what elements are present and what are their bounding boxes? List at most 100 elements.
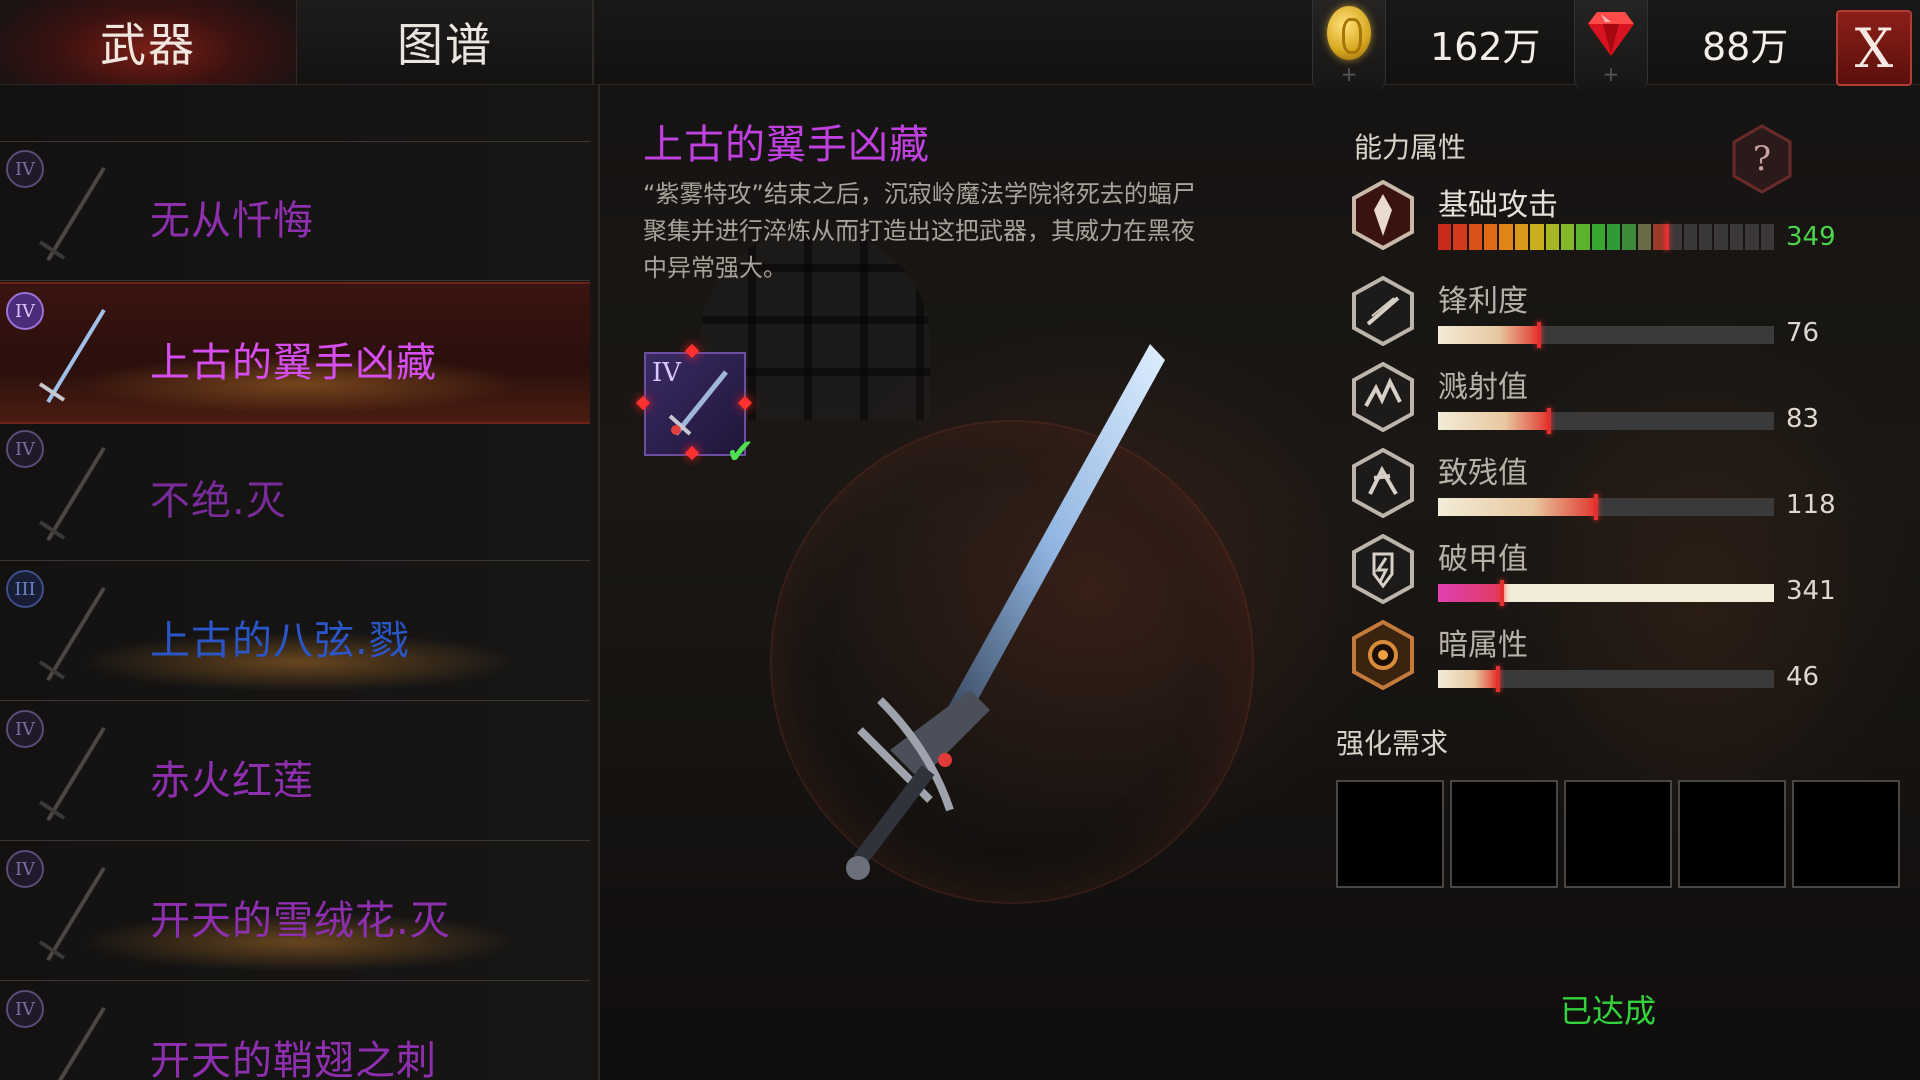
list-item[interactable]: IV 开天的雪绒花.灭 xyxy=(0,842,590,981)
requirement-slot[interactable] xyxy=(1564,780,1672,888)
weapon-description: “紫雾特攻”结束之后，沉寂岭魔法学院将死去的蝠尸聚集并进行淬炼从而打造出这把武器… xyxy=(643,180,1196,282)
gold-coin-icon xyxy=(1327,6,1371,60)
stat-bar-marker xyxy=(1593,494,1598,520)
weapon-thumbnail-icon xyxy=(38,586,106,682)
requirement-slot[interactable] xyxy=(1450,780,1558,888)
check-icon: ✔ xyxy=(726,432,755,472)
stat-row-base-attack: 基础攻击 349 xyxy=(1352,180,1852,260)
upgrade-status: 已达成 xyxy=(1560,992,1657,1030)
svg-text:?: ? xyxy=(1753,139,1771,179)
attack-bar-segment xyxy=(1576,224,1590,250)
weapon-thumbnail-icon xyxy=(38,726,106,822)
attack-bar-segment xyxy=(1668,224,1682,250)
stat-bar-fill xyxy=(1438,326,1539,344)
stat-row: 锋利度 76 xyxy=(1352,276,1852,356)
stat-bar-track xyxy=(1438,666,1774,692)
weapon-thumbnail-icon xyxy=(38,866,106,962)
weapon-name: 不绝.灭 xyxy=(150,478,287,524)
weapon-name: 赤火红莲 xyxy=(150,758,314,804)
stat-value: 76 xyxy=(1786,318,1820,348)
attack-bar-segment xyxy=(1438,224,1452,250)
list-item[interactable]: IV 上古的翼手凶藏 xyxy=(0,282,590,424)
gem-add-button[interactable]: + xyxy=(1574,0,1648,90)
upgrade-title: 强化需求 xyxy=(1336,727,1449,760)
gold-add-button[interactable]: + xyxy=(1312,0,1386,90)
tab-weapons[interactable]: 武器 xyxy=(0,0,297,84)
stat-bar-track xyxy=(1438,408,1774,434)
list-item[interactable]: III 上古的八弦.戮 xyxy=(0,562,590,701)
weapon-title: 上古的翼手凶藏 xyxy=(643,122,930,168)
stat-bar-track xyxy=(1438,322,1774,348)
attack-bar-segment xyxy=(1714,224,1728,250)
weapon-name: 开天的鞘翅之刺 xyxy=(150,1038,437,1080)
stat-bar-marker xyxy=(1496,666,1501,692)
attack-bar-segment xyxy=(1499,224,1513,250)
attack-bar-segment xyxy=(1622,224,1636,250)
dark-element-icon xyxy=(1352,620,1414,690)
list-item[interactable]: IV 开天的鞘翅之刺 xyxy=(0,982,590,1080)
stat-value: 341 xyxy=(1786,576,1836,606)
stat-row: 溅射值 83 xyxy=(1352,362,1852,442)
gold-amount: 162万 xyxy=(1430,25,1541,69)
stat-bar-track xyxy=(1438,494,1774,520)
weapon-name: 上古的八弦.戮 xyxy=(150,618,410,664)
stats-title: 能力属性 xyxy=(1354,131,1467,164)
close-button[interactable]: X xyxy=(1836,10,1912,86)
attack-bar-segment xyxy=(1545,224,1559,250)
stat-label: 致残值 xyxy=(1438,456,1528,491)
weapon-thumbnail-icon xyxy=(38,308,106,404)
plus-icon: + xyxy=(1340,62,1358,86)
stat-bar-fill xyxy=(1438,670,1499,688)
attack-bar-marker xyxy=(1665,224,1670,250)
stat-label: 破甲值 xyxy=(1438,542,1528,577)
attack-bar-segment xyxy=(1606,224,1621,250)
stat-bar-marker xyxy=(1499,580,1504,606)
base-attack-bar xyxy=(1438,224,1774,250)
weapon-thumbnail-icon xyxy=(38,446,106,542)
attack-bar-segment xyxy=(1683,224,1698,250)
attack-bar-segment xyxy=(1484,224,1498,250)
requirement-slot[interactable] xyxy=(1336,780,1444,888)
stat-value: 118 xyxy=(1786,490,1836,520)
list-item[interactable]: IV 无从忏悔 xyxy=(0,142,590,281)
stat-label: 暗属性 xyxy=(1438,628,1528,663)
stat-value: 46 xyxy=(1786,662,1820,692)
stat-label: 锋利度 xyxy=(1438,284,1528,319)
cripple-icon xyxy=(1352,448,1414,518)
sword-icon xyxy=(668,370,728,436)
gem-amount: 88万 xyxy=(1702,25,1789,69)
requirement-slot[interactable] xyxy=(1678,780,1786,888)
stat-label: 溅射值 xyxy=(1438,370,1528,405)
weapon-slot-icon[interactable]: IV ✔ xyxy=(635,343,755,472)
list-item-partial xyxy=(0,85,590,142)
stat-bar-marker xyxy=(1546,408,1551,434)
stat-value: 83 xyxy=(1786,404,1820,434)
stat-label: 基础攻击 xyxy=(1438,188,1558,223)
upgrade-requirement-slots xyxy=(1336,780,1900,888)
stat-value: 349 xyxy=(1786,222,1836,252)
armor-break-icon xyxy=(1352,534,1414,604)
weapon-thumbnail-icon xyxy=(57,1006,106,1080)
weapon-name: 无从忏悔 xyxy=(150,198,314,244)
weapon-name: 上古的翼手凶藏 xyxy=(150,340,437,386)
attack-bar-segment xyxy=(1530,224,1544,250)
attack-bar-segment xyxy=(1729,224,1744,250)
stat-bar-fill xyxy=(1438,498,1596,516)
weapon-preview-sword xyxy=(846,344,1165,880)
stat-row: 致残值 118 xyxy=(1352,448,1852,528)
requirement-slot[interactable] xyxy=(1792,780,1900,888)
attack-bar-segment xyxy=(1560,224,1575,250)
plus-icon: + xyxy=(1602,62,1620,86)
list-item[interactable]: IV 赤火红莲 xyxy=(0,702,590,841)
attack-bar-segment xyxy=(1591,224,1605,250)
sharpness-icon xyxy=(1352,276,1414,346)
weapon-list[interactable]: IV 无从忏悔 IV 上古的翼手凶藏 IV 不绝.灭 III 上古的八弦.戮 IV 赤火红莲 IV 开… xyxy=(0,85,600,1080)
splash-icon xyxy=(1352,362,1414,432)
tab-codex[interactable]: 图谱 xyxy=(297,0,594,84)
attack-bar-segment xyxy=(1468,224,1483,250)
stat-bar-marker xyxy=(1536,322,1541,348)
weapon-name: 开天的雪绒花.灭 xyxy=(150,898,451,944)
list-item[interactable]: IV 不绝.灭 xyxy=(0,422,590,561)
ruby-gem-icon xyxy=(1588,12,1634,56)
attack-bar-segment xyxy=(1760,224,1774,250)
